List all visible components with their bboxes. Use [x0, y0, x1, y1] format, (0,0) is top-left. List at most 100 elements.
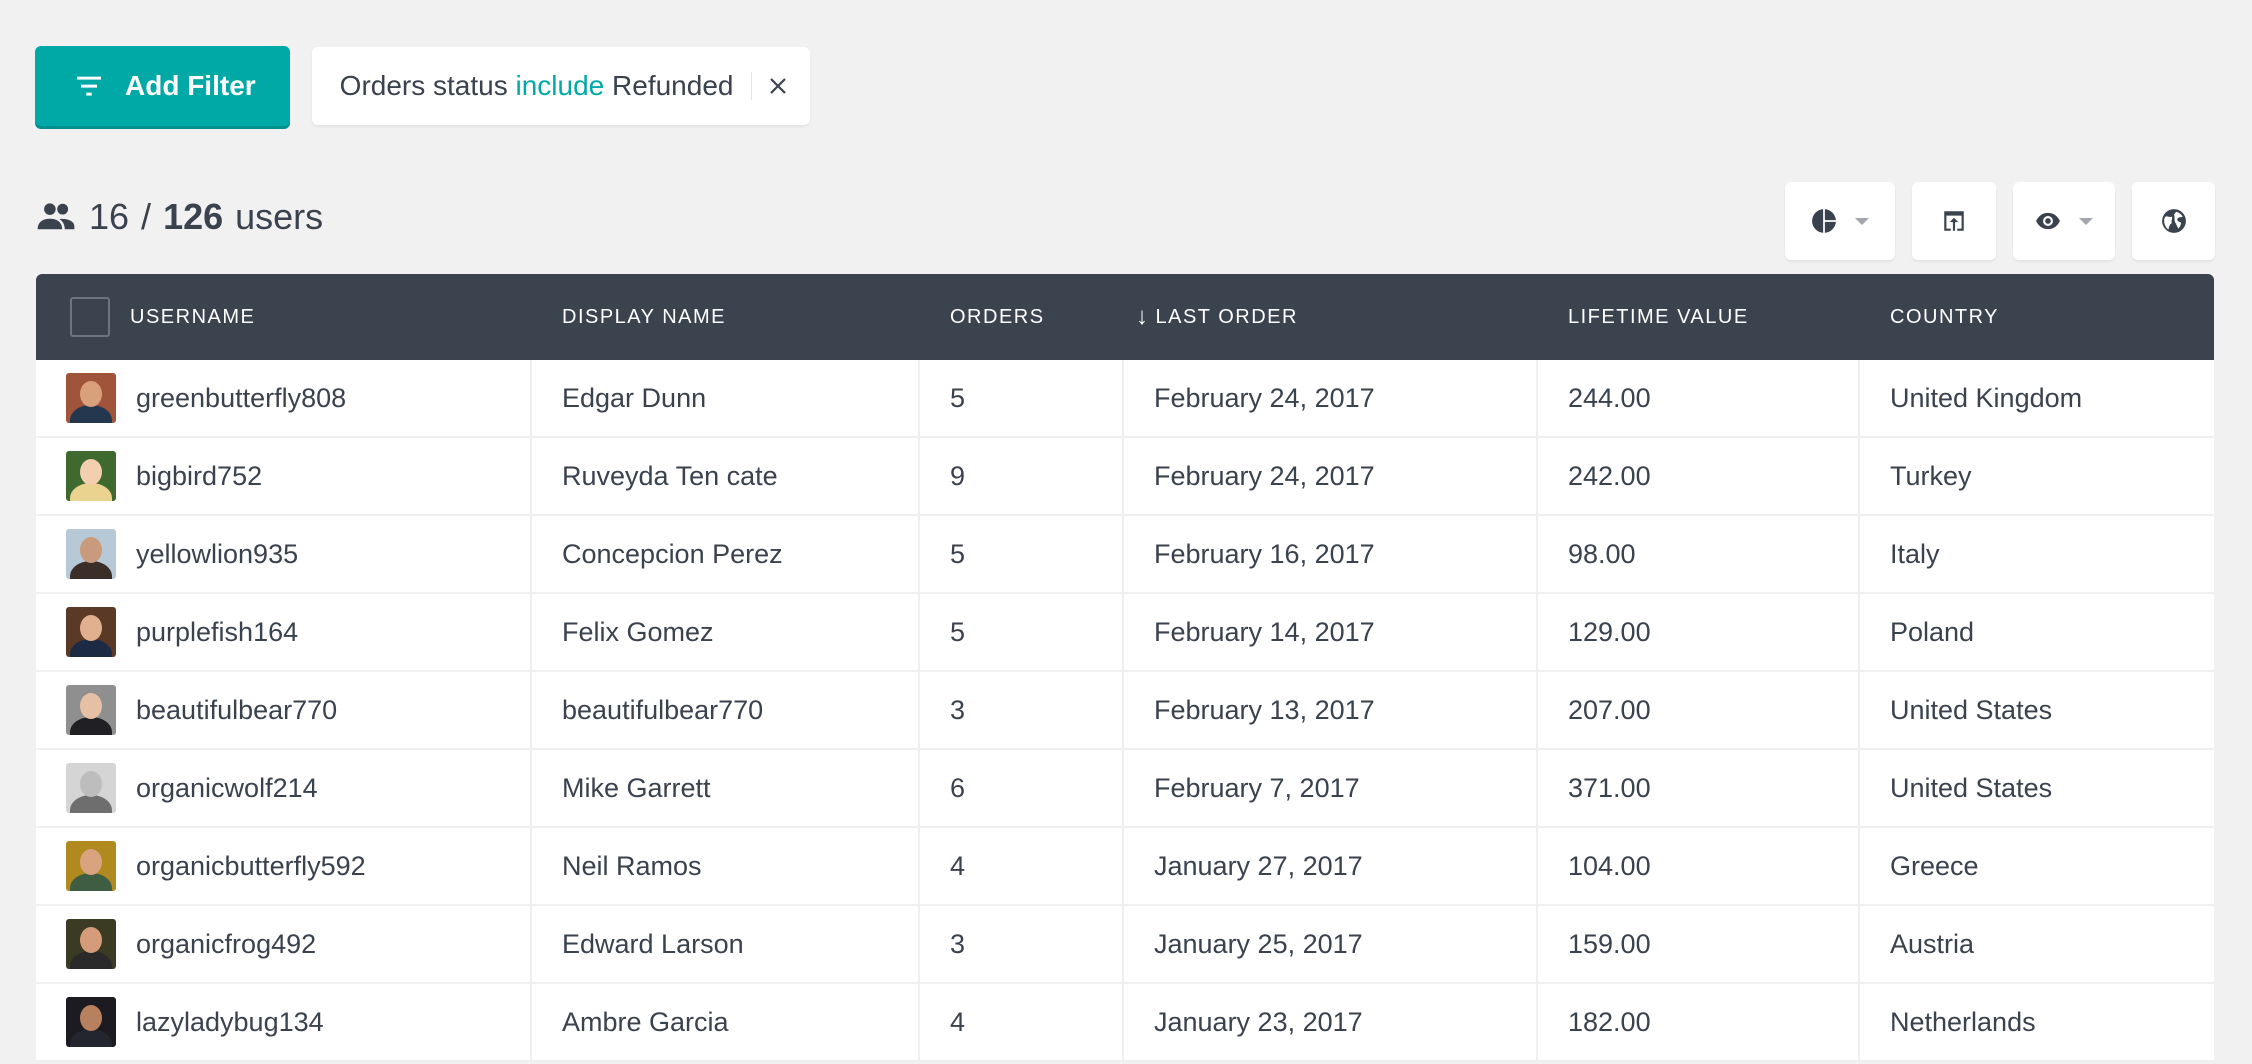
avatar[interactable]: [66, 997, 116, 1047]
column-header-username[interactable]: USERNAME: [36, 274, 532, 360]
lifetime-value: 182.00: [1568, 1006, 1651, 1037]
last-order-date: January 27, 2017: [1154, 850, 1363, 881]
cell-lifetime-value: 371.00: [1538, 750, 1860, 826]
chevron-down-icon: [2079, 217, 2093, 225]
export-button[interactable]: [1912, 182, 1996, 260]
lifetime-value: 104.00: [1568, 850, 1651, 881]
cell-country: United States: [1860, 750, 2214, 826]
filter-operator: include: [515, 70, 605, 101]
cell-last-order: January 23, 2017: [1124, 984, 1538, 1060]
segments-button[interactable]: [1785, 182, 1895, 260]
username-link[interactable]: organicbutterfly592: [136, 851, 366, 882]
avatar-face: [80, 537, 102, 563]
avatar[interactable]: [66, 373, 116, 423]
lifetime-value: 98.00: [1568, 538, 1636, 569]
cell-last-order: January 25, 2017: [1124, 906, 1538, 982]
username-link[interactable]: lazyladybug134: [136, 1007, 324, 1038]
last-order-date: January 23, 2017: [1154, 1006, 1363, 1037]
username-link[interactable]: organicwolf214: [136, 773, 318, 804]
country: United States: [1890, 772, 2053, 803]
cell-country: United States: [1860, 672, 2214, 748]
avatar[interactable]: [66, 841, 116, 891]
table-row[interactable]: yellowlion935 Concepcion Perez 5 Februar…: [36, 516, 2214, 594]
cell-orders: 4: [920, 984, 1124, 1060]
table-row[interactable]: bigbird752 Ruveyda Ten cate 9 February 2…: [36, 438, 2214, 516]
lifetime-value: 371.00: [1568, 772, 1651, 803]
avatar-body: [70, 483, 112, 501]
cell-country: Greece: [1860, 828, 2214, 904]
cell-last-order: January 27, 2017: [1124, 828, 1538, 904]
cell-display-name: Ruveyda Ten cate: [532, 438, 920, 514]
shown-count: 16: [89, 196, 130, 237]
select-all-checkbox[interactable]: [70, 297, 110, 337]
column-header-orders[interactable]: ORDERS: [920, 274, 1124, 360]
username-link[interactable]: bigbird752: [136, 461, 262, 492]
avatar[interactable]: [66, 919, 116, 969]
table-row[interactable]: organicbutterfly592 Neil Ramos 4 January…: [36, 828, 2214, 906]
avatar[interactable]: [66, 685, 116, 735]
table-row[interactable]: organicwolf214 Mike Garrett 6 February 7…: [36, 750, 2214, 828]
avatar-body: [70, 717, 112, 735]
cell-username: organicfrog492: [36, 906, 532, 982]
users-table: USERNAME DISPLAY NAME ORDERS ↓ LAST ORDE…: [36, 274, 2214, 1062]
display-name: Neil Ramos: [562, 850, 702, 881]
pie-chart-icon: [1812, 208, 1837, 234]
orders-count: 6: [950, 772, 966, 803]
username-link[interactable]: organicfrog492: [136, 929, 316, 960]
orders-count: 4: [950, 1006, 966, 1037]
column-label: USERNAME: [130, 305, 256, 328]
username-link[interactable]: yellowlion935: [136, 539, 298, 570]
cell-last-order: February 24, 2017: [1124, 360, 1538, 436]
lifetime-value: 244.00: [1568, 382, 1651, 413]
avatar-face: [80, 849, 102, 875]
column-label: LIFETIME VALUE: [1568, 305, 1749, 328]
table-row[interactable]: organicfrog492 Edward Larson 3 January 2…: [36, 906, 2214, 984]
cell-country: United Kingdom: [1860, 360, 2214, 436]
column-header-country[interactable]: COUNTRY: [1860, 274, 2214, 360]
cell-last-order: February 24, 2017: [1124, 438, 1538, 514]
cell-country: Austria: [1860, 906, 2214, 982]
table-row[interactable]: lazyladybug134 Ambre Garcia 4 January 23…: [36, 984, 2214, 1062]
cell-username: greenbutterfly808: [36, 360, 532, 436]
display-name: Edgar Dunn: [562, 382, 707, 413]
map-view-button[interactable]: [2132, 182, 2215, 260]
cell-username: bigbird752: [36, 438, 532, 514]
avatar-body: [70, 561, 112, 579]
cell-orders: 4: [920, 828, 1124, 904]
orders-count: 4: [950, 850, 966, 881]
country: Turkey: [1890, 460, 1972, 491]
chevron-down-icon: [1855, 217, 1869, 225]
orders-count: 5: [950, 382, 966, 413]
sort-desc-icon: ↓: [1136, 303, 1150, 330]
avatar-face: [80, 381, 102, 407]
cell-orders: 5: [920, 594, 1124, 670]
country: Austria: [1890, 928, 1975, 959]
avatar[interactable]: [66, 607, 116, 657]
column-header-display-name[interactable]: DISPLAY NAME: [532, 274, 920, 360]
column-header-last-order[interactable]: ↓ LAST ORDER: [1124, 274, 1538, 360]
table-toolbar: [1785, 182, 2215, 260]
chip-divider: [751, 72, 753, 100]
display-name: Concepcion Perez: [562, 538, 783, 569]
filter-bar: Add Filter Orders status include Refunde…: [35, 46, 811, 126]
add-filter-button[interactable]: Add Filter: [35, 46, 290, 126]
cell-lifetime-value: 104.00: [1538, 828, 1860, 904]
username-link[interactable]: greenbutterfly808: [136, 383, 346, 414]
table-row[interactable]: greenbutterfly808 Edgar Dunn 5 February …: [36, 360, 2214, 438]
avatar[interactable]: [66, 763, 116, 813]
username-link[interactable]: beautifulbear770: [136, 695, 337, 726]
column-visibility-button[interactable]: [2013, 182, 2115, 260]
avatar[interactable]: [66, 451, 116, 501]
column-header-lifetime-value[interactable]: LIFETIME VALUE: [1538, 274, 1860, 360]
avatar-body: [70, 951, 112, 969]
orders-count: 5: [950, 538, 966, 569]
username-link[interactable]: purplefish164: [136, 617, 298, 648]
close-icon[interactable]: [768, 76, 788, 96]
table-row[interactable]: purplefish164 Felix Gomez 5 February 14,…: [36, 594, 2214, 672]
cell-lifetime-value: 129.00: [1538, 594, 1860, 670]
cell-lifetime-value: 159.00: [1538, 906, 1860, 982]
cell-display-name: Ambre Garcia: [532, 984, 920, 1060]
avatar[interactable]: [66, 529, 116, 579]
table-row[interactable]: beautifulbear770 beautifulbear770 3 Febr…: [36, 672, 2214, 750]
active-filter-chip[interactable]: Orders status include Refunded: [311, 47, 811, 125]
